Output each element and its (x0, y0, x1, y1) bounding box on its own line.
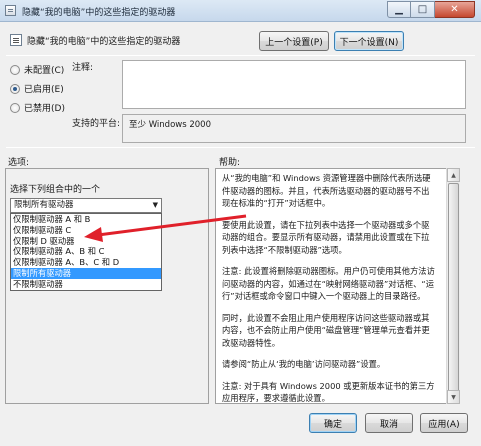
window-controls: ▁ □ ✕ (387, 1, 475, 18)
cancel-button[interactable]: 取消 (365, 413, 413, 433)
ok-button[interactable]: 确定 (309, 413, 357, 433)
dropdown-option[interactable]: 仅限制驱动器 A 和 B (11, 214, 161, 225)
help-paragraph: 从“我的电脑”和 Windows 资源管理器中删除代表所选硬件驱动器的图标。并且… (222, 173, 431, 208)
policy-title: 隐藏“我的电脑”中的这些指定的驱动器 (27, 37, 181, 47)
title-bar: 隐藏“我的电脑”中的这些指定的驱动器 ▁ □ ✕ (0, 0, 481, 22)
dropdown-option[interactable]: 仅限制驱动器 C (11, 225, 161, 236)
apply-button[interactable]: 应用(A) (420, 413, 468, 433)
help-paragraph: 注意: 此设置将删除驱动器图标。用户仍可使用其他方法访问驱动器的内容，如通过在“… (222, 266, 435, 301)
comment-textarea[interactable] (122, 60, 466, 109)
maximize-button[interactable]: □ (411, 1, 435, 18)
scroll-thumb[interactable] (448, 183, 459, 393)
radio-not-configured[interactable]: 未配置(C) (10, 63, 64, 76)
select-value: 限制所有驱动器 (14, 200, 74, 210)
help-paragraph: 请参阅“防止从‘我的电脑’访问驱动器”设置。 (222, 359, 386, 369)
minimize-button[interactable]: ▁ (387, 1, 411, 18)
drive-restriction-select[interactable]: 限制所有驱动器 ▼ (10, 198, 162, 213)
next-setting-button[interactable]: 下一个设置(N) (334, 31, 404, 51)
radio-circle-selected[interactable] (10, 83, 20, 94)
section-divider (6, 147, 475, 148)
close-button[interactable]: ✕ (435, 1, 475, 18)
policy-setting-icon (10, 34, 22, 46)
help-text-pane: 从“我的电脑”和 Windows 资源管理器中删除代表所选硬件驱动器的图标。并且… (215, 168, 447, 404)
help-label: 帮助: (219, 158, 241, 168)
comment-label: 注释: (72, 63, 94, 73)
help-paragraph: 同时，此设置不会阻止用户使用程序访问这些驱动器或其内容，也不会防止用户使用“磁盘… (222, 312, 430, 348)
chevron-down-icon[interactable]: ▼ (153, 199, 158, 212)
radio-enabled-label: 已启用(E) (24, 85, 64, 95)
supported-platforms-value: 至少 Windows 2000 (122, 114, 466, 143)
previous-setting-button[interactable]: 上一个设置(P) (259, 31, 329, 51)
policy-dialog: 隐藏“我的电脑”中的这些指定的驱动器 上一个设置(P) 下一个设置(N) 未配置… (0, 22, 481, 446)
help-scrollbar[interactable]: ▲ ▼ (446, 168, 460, 404)
radio-enabled[interactable]: 已启用(E) (10, 82, 64, 95)
radio-not-configured-label: 未配置(C) (24, 66, 65, 76)
dropdown-option[interactable]: 不限制驱动器 (11, 279, 161, 290)
help-paragraph: 注意: 对于具有 Windows 2000 或更新版本证书的第三方应用程序，要求… (222, 380, 435, 404)
scroll-up-icon[interactable]: ▲ (447, 168, 460, 182)
dropdown-option[interactable]: 仅限制驱动器 A、B 和 C (11, 246, 161, 257)
drive-restriction-dropdown: 仅限制驱动器 A 和 B 仅限制驱动器 C 仅限制 D 驱动器 仅限制驱动器 A… (10, 213, 162, 291)
help-paragraph: 要使用此设置，请在下拉列表中选择一个驱动器或多个驱动器的组合。要显示所有驱动器，… (222, 219, 430, 255)
radio-disabled[interactable]: 已禁用(D) (10, 101, 65, 114)
dropdown-option[interactable]: 仅限制 D 驱动器 (11, 236, 161, 247)
combo-label: 选择下列组合中的一个 (10, 185, 101, 195)
radio-circle[interactable] (10, 64, 20, 75)
radio-disabled-label: 已禁用(D) (24, 104, 65, 114)
options-label: 选项: (8, 158, 30, 168)
radio-circle[interactable] (10, 102, 20, 113)
header-divider (6, 55, 475, 56)
dropdown-option-selected[interactable]: 限制所有驱动器 (11, 267, 161, 279)
supported-platforms-label: 支持的平台: (72, 119, 121, 129)
window-title: 隐藏“我的电脑”中的这些指定的驱动器 (22, 8, 176, 18)
dropdown-option[interactable]: 仅限制驱动器 A、B、C 和 D (11, 257, 161, 268)
scroll-down-icon[interactable]: ▼ (447, 390, 460, 404)
policy-window-icon (5, 5, 16, 16)
